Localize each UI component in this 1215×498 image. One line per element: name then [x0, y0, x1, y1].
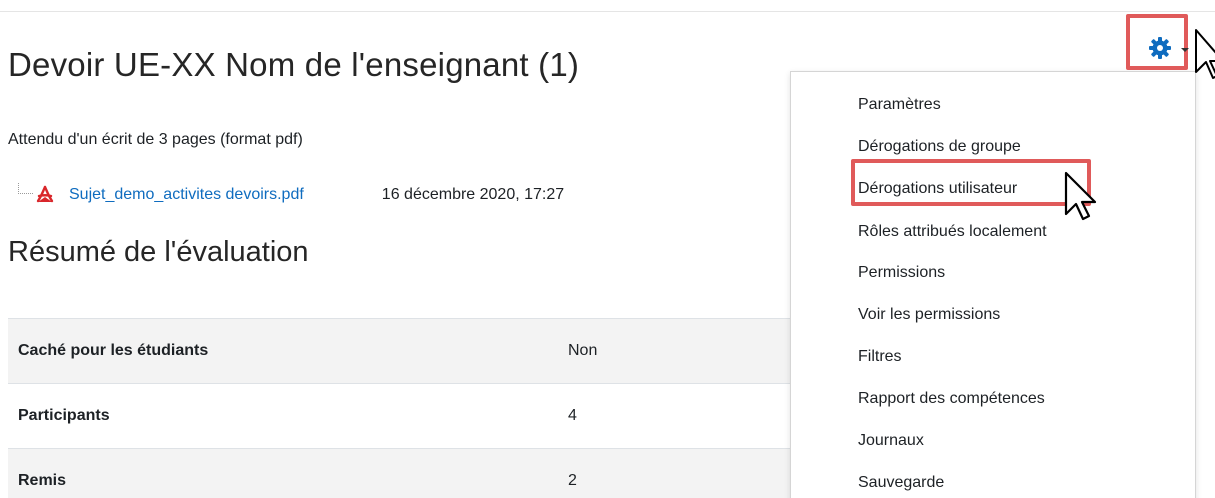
assignment-page: Devoir UE-XX Nom de l'enseignant (1) Att…: [0, 0, 1215, 498]
row-label: Remis: [8, 448, 558, 498]
menu-item-sauvegarde[interactable]: Sauvegarde: [858, 474, 944, 492]
menu-item-parametres[interactable]: Paramètres: [858, 96, 941, 114]
chevron-down-icon: [1181, 48, 1189, 52]
tree-connector: [18, 182, 33, 194]
assignment-intro: Attendu d'un écrit de 3 pages (format pd…: [8, 131, 303, 148]
actions-menu-button[interactable]: [1146, 34, 1174, 62]
gear-icon: [1149, 37, 1171, 59]
header-divider: [0, 11, 1215, 12]
actions-menu: Paramètres Dérogations de groupe Dérogat…: [790, 71, 1196, 498]
menu-item-rapport-competences[interactable]: Rapport des compétences: [858, 390, 1045, 408]
attachment-link[interactable]: Sujet_demo_activites devoirs.pdf: [69, 186, 304, 204]
row-label: Caché pour les étudiants: [8, 318, 558, 384]
attachment-date: 16 décembre 2020, 17:27: [381, 186, 565, 203]
summary-title: Résumé de l'évaluation: [8, 236, 309, 268]
menu-item-permissions[interactable]: Permissions: [858, 264, 945, 282]
attachment-row: Sujet_demo_activites devoirs.pdf 16 déce…: [18, 182, 564, 208]
cursor-arrow-icon: [1195, 29, 1215, 79]
menu-item-journaux[interactable]: Journaux: [858, 432, 924, 450]
menu-item-roles-locaux[interactable]: Rôles attribués localement: [858, 223, 1047, 241]
page-title: Devoir UE-XX Nom de l'enseignant (1): [8, 46, 580, 83]
menu-item-highlight: [851, 159, 1091, 206]
menu-item-derogations-groupe[interactable]: Dérogations de groupe: [858, 138, 1021, 156]
pdf-icon: [35, 185, 55, 205]
row-label: Participants: [8, 383, 558, 449]
menu-item-voir-permissions[interactable]: Voir les permissions: [858, 306, 1000, 324]
menu-item-filtres[interactable]: Filtres: [858, 348, 902, 366]
